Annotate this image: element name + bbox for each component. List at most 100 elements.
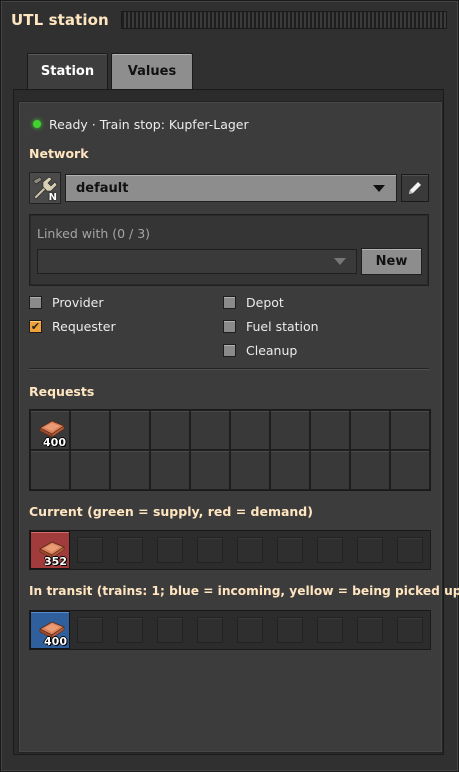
in-transit-slot[interactable] xyxy=(350,611,390,649)
request-slot[interactable] xyxy=(390,450,430,490)
empty-slot xyxy=(277,617,303,643)
request-slot[interactable] xyxy=(310,450,350,490)
request-slot[interactable] xyxy=(70,410,110,450)
empty-slot xyxy=(357,537,383,563)
request-slot[interactable] xyxy=(390,410,430,450)
checkbox-depot[interactable]: Depot xyxy=(223,295,284,310)
request-slot[interactable] xyxy=(270,450,310,490)
empty-slot xyxy=(197,617,223,643)
checkbox-box[interactable] xyxy=(223,320,236,333)
request-slot[interactable] xyxy=(350,450,390,490)
checkbox-fuel-station[interactable]: Fuel station xyxy=(223,319,319,334)
checkbox-box[interactable] xyxy=(223,296,236,309)
titlebar: UTL station xyxy=(11,7,451,33)
request-slot[interactable]: 400 xyxy=(30,410,70,450)
request-slot[interactable] xyxy=(110,410,150,450)
request-slot[interactable] xyxy=(350,410,390,450)
in-transit-slot[interactable] xyxy=(270,611,310,649)
in-transit-heading: In transit (trains: 1; blue = incoming, … xyxy=(29,584,459,598)
in-transit-slot[interactable] xyxy=(150,611,190,649)
request-slot[interactable] xyxy=(190,450,230,490)
checkbox-box[interactable] xyxy=(223,344,236,357)
current-slot[interactable]: 352 xyxy=(30,531,70,569)
checkbox-box[interactable] xyxy=(29,296,42,309)
checkbox-label: Cleanup xyxy=(246,343,298,358)
current-slot[interactable] xyxy=(270,531,310,569)
tab-values[interactable]: Values xyxy=(111,53,193,89)
in-transit-slot[interactable] xyxy=(190,611,230,649)
request-slot[interactable] xyxy=(150,410,190,450)
in-transit-slot[interactable] xyxy=(230,611,270,649)
utl-station-window: UTL station Station Values Ready · Train… xyxy=(0,0,459,772)
network-icon-badge: N xyxy=(48,192,57,203)
request-slot[interactable] xyxy=(30,450,70,490)
network-dropdown-value: default xyxy=(76,180,129,196)
checkbox-cleanup[interactable]: Cleanup xyxy=(223,343,297,358)
request-slot[interactable] xyxy=(70,450,110,490)
empty-slot xyxy=(117,617,143,643)
new-link-button[interactable]: New xyxy=(361,248,422,275)
request-slot[interactable] xyxy=(150,450,190,490)
request-slot[interactable] xyxy=(270,410,310,450)
empty-slot xyxy=(397,617,423,643)
tab-station[interactable]: Station xyxy=(27,53,108,89)
current-slot[interactable] xyxy=(350,531,390,569)
status-led-icon xyxy=(33,120,41,128)
item-count: 400 xyxy=(43,436,66,449)
section-divider xyxy=(29,368,429,370)
current-slot[interactable] xyxy=(150,531,190,569)
current-slot-row: 352 xyxy=(29,530,431,570)
in-transit-slot[interactable] xyxy=(310,611,350,649)
current-slot[interactable] xyxy=(190,531,230,569)
checkbox-requester[interactable]: ✔ Requester xyxy=(29,319,116,334)
request-slot[interactable] xyxy=(310,410,350,450)
empty-slot xyxy=(317,537,343,563)
current-slot[interactable] xyxy=(390,531,430,569)
chevron-down-icon xyxy=(334,258,346,265)
checkbox-label: Requester xyxy=(52,319,116,334)
checkbox-label: Provider xyxy=(52,295,104,310)
in-transit-slot[interactable]: 400 xyxy=(30,611,70,649)
in-transit-slot[interactable] xyxy=(390,611,430,649)
edit-network-button[interactable] xyxy=(401,174,429,202)
linked-with-label: Linked with (0 / 3) xyxy=(37,226,151,241)
current-heading: Current (green = supply, red = demand) xyxy=(29,504,313,519)
network-wrench-icon[interactable]: N xyxy=(29,172,61,204)
request-slot[interactable] xyxy=(110,450,150,490)
status-text: Ready · Train stop: Kupfer-Lager xyxy=(49,116,249,132)
empty-slot xyxy=(77,617,103,643)
empty-slot xyxy=(357,617,383,643)
current-slot[interactable] xyxy=(230,531,270,569)
current-slot[interactable] xyxy=(110,531,150,569)
tab-bar: Station Values xyxy=(27,53,196,89)
network-dropdown[interactable]: default xyxy=(65,174,397,202)
current-slot[interactable] xyxy=(70,531,110,569)
checkbox-box[interactable]: ✔ xyxy=(29,320,42,333)
request-slot[interactable] xyxy=(190,410,230,450)
in-transit-slot[interactable] xyxy=(110,611,150,649)
empty-slot xyxy=(237,537,263,563)
empty-slot xyxy=(237,617,263,643)
empty-slot xyxy=(317,617,343,643)
window-title: UTL station xyxy=(11,11,109,29)
current-slot[interactable] xyxy=(310,531,350,569)
drag-handle[interactable] xyxy=(120,11,447,29)
checkbox-label: Depot xyxy=(246,295,284,310)
checkbox-provider[interactable]: Provider xyxy=(29,295,103,310)
requests-heading: Requests xyxy=(29,384,95,399)
empty-slot xyxy=(397,537,423,563)
pencil-icon xyxy=(409,182,421,194)
linked-network-dropdown[interactable] xyxy=(37,249,357,274)
item-count: 400 xyxy=(44,635,67,648)
empty-slot xyxy=(77,537,103,563)
in-transit-slot[interactable] xyxy=(70,611,110,649)
empty-slot xyxy=(277,537,303,563)
check-icon: ✔ xyxy=(30,319,41,333)
empty-slot xyxy=(117,537,143,563)
request-slot[interactable] xyxy=(230,410,270,450)
requests-slot-grid: 400 xyxy=(29,409,431,491)
status-line: Ready · Train stop: Kupfer-Lager xyxy=(33,116,249,132)
empty-slot xyxy=(197,537,223,563)
in-transit-slot-row: 400 xyxy=(29,610,431,650)
request-slot[interactable] xyxy=(230,450,270,490)
